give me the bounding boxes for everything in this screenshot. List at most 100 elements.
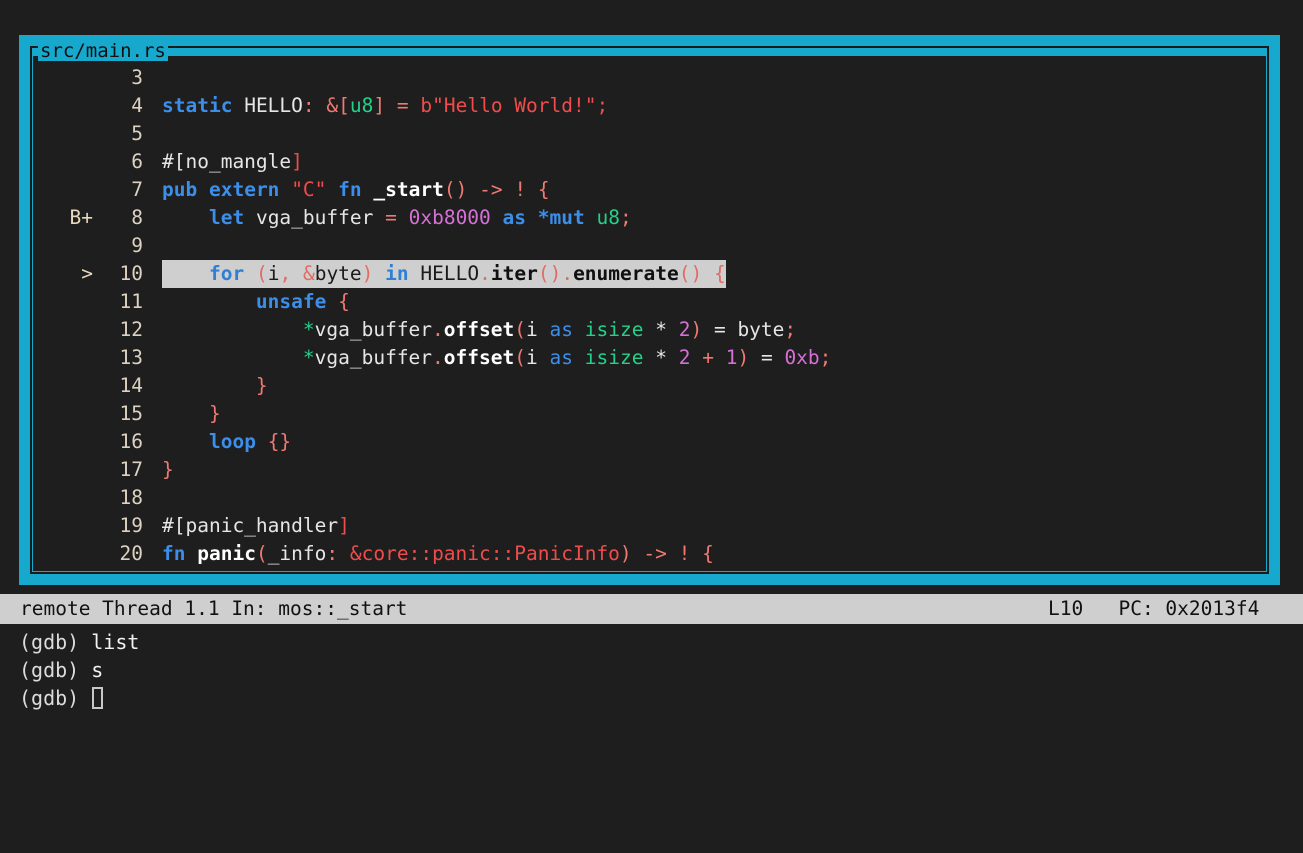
code-token: . [432,346,444,369]
code-token: = [396,94,409,117]
code-token: () [443,178,468,201]
code-token: &core::panic::PanicInfo [349,542,620,565]
code-token: in [385,262,409,285]
code-token: as [549,318,573,341]
code-token: pub [162,178,198,201]
source-line[interactable]: 16 loop {} [33,428,1266,456]
source-line[interactable]: 17} [33,456,1266,484]
code-token: : [326,542,339,565]
code-token: HELLO [244,94,303,117]
code-token: ; [819,346,832,369]
source-line[interactable]: 6 #[no_mangle] [33,148,1266,176]
code-token: extern [208,178,280,201]
gdb-prompt: (gdb) [19,630,92,654]
text-cursor[interactable] [92,687,104,709]
source-line[interactable]: 14 } [33,372,1266,400]
line-code: unsafe { [162,288,350,316]
current-line-marker[interactable]: > [33,260,97,288]
source-line[interactable]: 13 *vga_buffer.offset(i as isize * 2 + 1… [33,344,1266,372]
code-token: enumerate [573,262,679,285]
code-token: . [432,318,444,341]
code-token: ] [291,150,303,173]
line-code: *vga_buffer.offset(i as isize * 2 + 1) =… [162,344,832,372]
line-number: 20 [119,542,143,565]
code-token: as [549,346,573,369]
code-token: for [208,262,245,285]
console-input-line[interactable]: (gdb) [0,684,1303,712]
source-line[interactable]: 5 [33,120,1266,148]
code-token: _info [267,542,327,565]
code-token: no_mangle [185,150,292,173]
source-line[interactable]: 4 static HELLO: &[u8] = b"Hello World!"; [33,92,1266,120]
line-number: 7 [131,178,143,201]
line-code: pub extern "C" fn _start() -> ! { [162,176,550,204]
source-line[interactable]: B+ 8 let vga_buffer = 0xb8000 as *mut u8; [33,204,1266,232]
code-token: as [502,206,527,229]
source-line[interactable]: 19 #[panic_handler] [33,512,1266,540]
source-line[interactable]: 3 [33,64,1266,92]
source-line[interactable]: 15 } [33,400,1266,428]
source-code-area[interactable]: 3 4 static HELLO: &[u8] = b"Hello World!";… [33,56,1266,571]
source-line[interactable]: 18 [33,484,1266,512]
code-token: isize [584,318,644,341]
line-code: loop {} [162,428,291,456]
source-line[interactable]: 9 [33,232,1266,260]
line-number: 3 [131,66,143,89]
source-line[interactable]: 11 unsafe { [33,288,1266,316]
source-line[interactable]: 20 fn panic(_info: &core::panic::PanicInf… [33,540,1266,568]
source-line[interactable]: 7 pub extern "C" fn _start() -> ! { [33,176,1266,204]
line-number: 17 [119,458,143,481]
code-token: unsafe [255,290,327,313]
code-token: { [338,290,350,313]
line-number: 12 [119,318,143,341]
code-token: ; [619,206,632,229]
line-number: 11 [119,290,143,313]
code-token: ( [255,262,268,285]
code-token: -> [643,542,667,565]
gdb-command-text: s [91,658,104,682]
code-token: ] [373,94,386,117]
code-token: } [162,458,174,481]
code-token: ( [514,346,526,369]
line-number: 14 [119,374,143,397]
source-line[interactable]: 12 *vga_buffer.offset(i as isize * 2) = … [33,316,1266,344]
code-token: *mut [537,206,585,229]
breakpoint-marker[interactable]: B+ [33,204,97,232]
code-token: ) [361,262,374,285]
code-token: HELLO [420,262,480,285]
gdb-command-console[interactable]: (gdb) list (gdb) s (gdb) [0,628,1303,853]
code-token: loop [208,430,256,453]
code-token: = [713,318,726,341]
source-code-lines: 3 4 static HELLO: &[u8] = b"Hello World!";… [33,56,1266,571]
gdb-prompt: (gdb) [19,658,92,682]
line-number: 6 [131,150,143,173]
code-token: * [302,318,315,341]
source-line[interactable]: >10 for (i, &byte) in HELLO.iter().enume… [33,260,1266,288]
line-number: 5 [131,122,143,145]
line-code: #[panic_handler] [162,512,350,540]
code-token: let [208,206,245,229]
line-number: 19 [119,514,143,537]
code-token: ) [737,346,750,369]
code-token: & [302,262,315,285]
code-token: u8 [596,206,620,229]
code-token: ( [514,318,526,341]
